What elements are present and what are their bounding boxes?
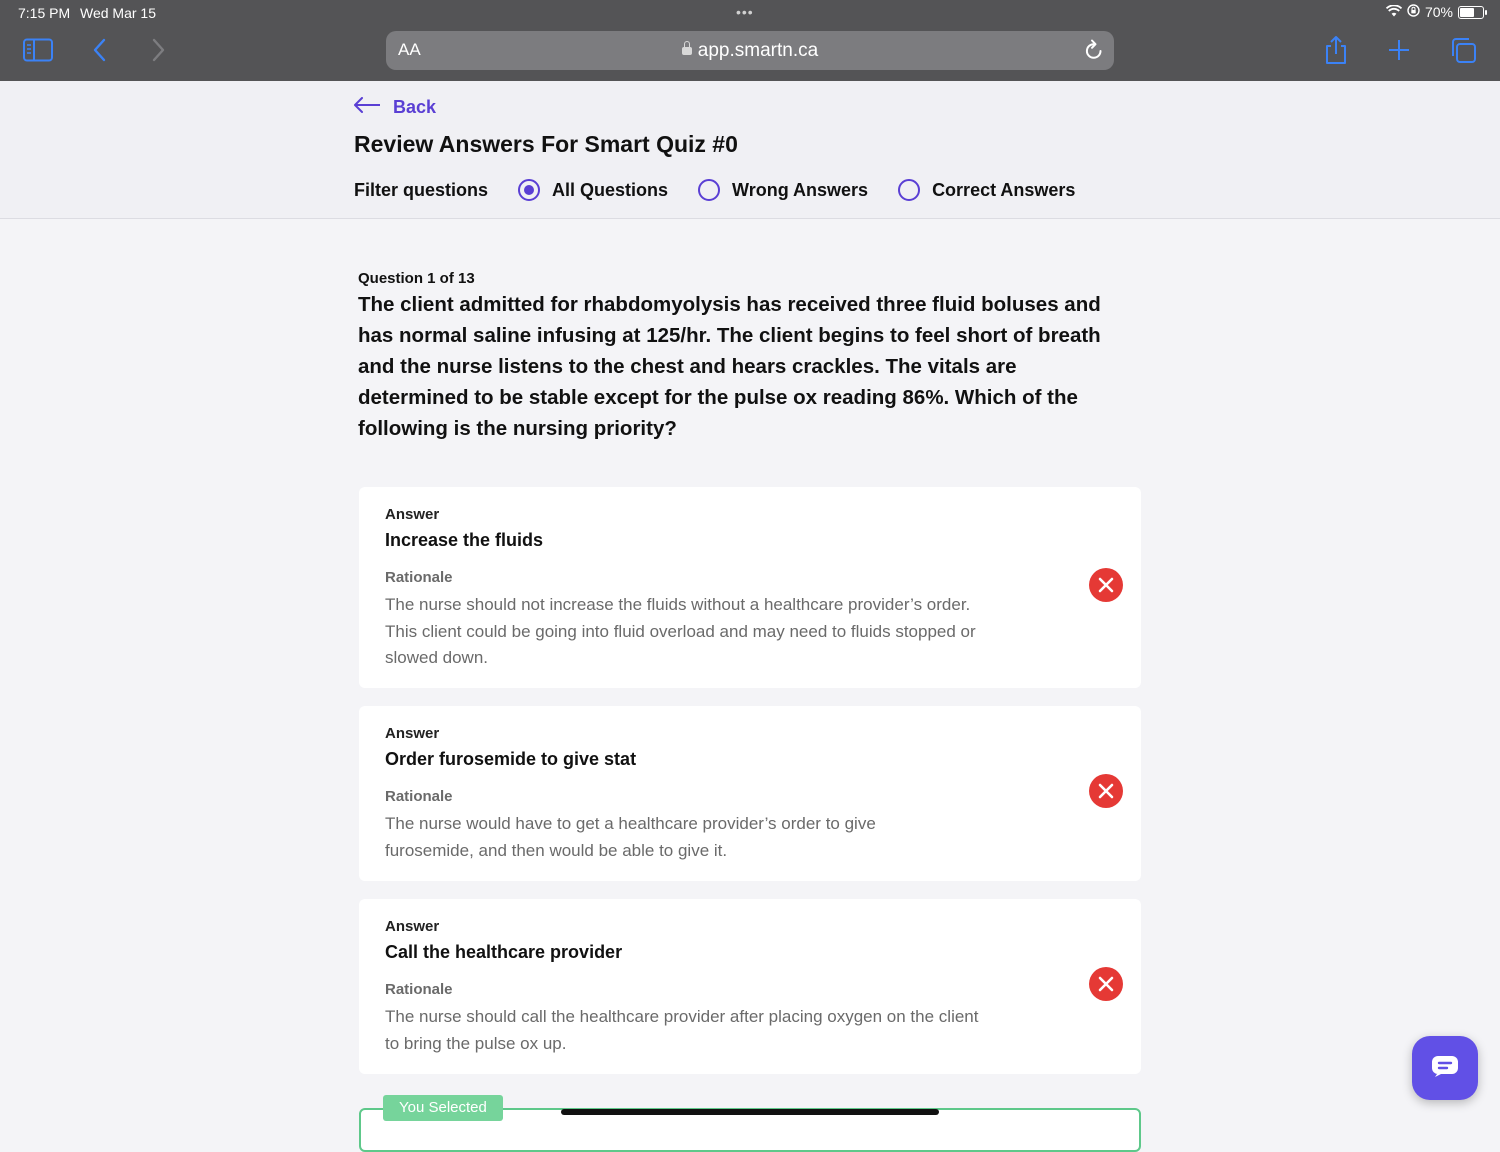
filter-wrong-answers[interactable]: Wrong Answers [698,179,868,201]
answer-label: Answer [385,506,440,523]
radio-checked-icon[interactable] [518,179,541,201]
rationale-label: Rationale [385,981,453,998]
wifi-icon [1385,4,1403,20]
status-date: Wed Mar 15 [80,5,156,21]
filter-all-questions[interactable]: All Questions [518,179,668,201]
filter-label: Filter questions [354,179,489,200]
status-time: 7:15 PM [18,5,71,21]
back-link[interactable]: Back [353,97,436,118]
you-selected-badge: You Selected [383,1095,503,1121]
sidebar-icon[interactable] [22,34,54,66]
rationale-label: Rationale [385,569,453,586]
url-field[interactable]: app.smartn.ca [386,40,1114,62]
status-indicators: 70% [1385,4,1487,20]
chat-button[interactable] [1412,1036,1478,1100]
filter-questions: Filter questions All Questions Wrong Ans… [354,179,1105,201]
radio-unchecked-icon[interactable] [698,179,721,201]
answer-text: Order furosemide to give stat [385,749,637,769]
review-header: Back Review Answers For Smart Quiz #0 Fi… [0,81,1500,219]
lock-icon [681,41,692,55]
rationale-text: The nurse would have to get a healthcare… [385,814,876,860]
answer-card: Answer Increase the fluids Rationale The… [359,487,1141,688]
page-title: Review Answers For Smart Quiz #0 [354,131,738,157]
chat-icon [1431,1055,1459,1082]
new-tab-icon[interactable] [1383,34,1415,66]
answer-text: Increase the fluids [385,530,544,550]
filter-option-label: Wrong Answers [732,179,869,200]
reload-icon[interactable] [1084,39,1104,66]
tabs-overview-icon[interactable] [1447,34,1479,66]
answer-label: Answer [385,725,440,742]
radio-unchecked-icon[interactable] [898,179,921,201]
question-text: The client admitted for rhabdomyolysis h… [358,293,1101,440]
forward-icon[interactable] [142,34,174,66]
rationale-text: The nurse should not increase the fluids… [385,595,976,667]
share-icon[interactable] [1320,34,1352,66]
question-counter: Question 1 of 13 [358,270,475,287]
wrong-answer-icon [1089,774,1123,808]
answer-label: Answer [385,918,440,935]
back-icon[interactable] [84,34,116,66]
browser-chrome: 7:15 PM Wed Mar 15 ••• 70% AA app.smartn… [0,0,1500,81]
screen-lock-icon [1407,4,1420,20]
arrow-left-icon [353,97,381,118]
battery-percent: 70% [1424,4,1453,20]
wrong-answer-icon [1089,568,1123,602]
rationale-text: The nurse should call the healthcare pro… [385,1007,979,1053]
rationale-label: Rationale [385,788,453,805]
home-indicator[interactable] [561,1109,939,1115]
answer-card: Answer Call the healthcare provider Rati… [359,899,1141,1074]
answer-card: Answer Order furosemide to give stat Rat… [359,706,1141,881]
battery-level-fill [1460,7,1474,17]
filter-correct-answers[interactable]: Correct Answers [898,179,1075,201]
multitasking-dots-icon[interactable]: ••• [736,4,754,20]
filter-option-label: Correct Answers [932,179,1076,200]
url-text: app.smartn.ca [697,40,819,61]
answer-text: Call the healthcare provider [385,942,623,962]
battery-icon [1458,5,1487,19]
wrong-answer-icon [1089,967,1123,1001]
filter-option-label: All Questions [552,179,669,200]
address-bar[interactable]: AA app.smartn.ca [386,31,1114,70]
back-label: Back [393,97,437,117]
